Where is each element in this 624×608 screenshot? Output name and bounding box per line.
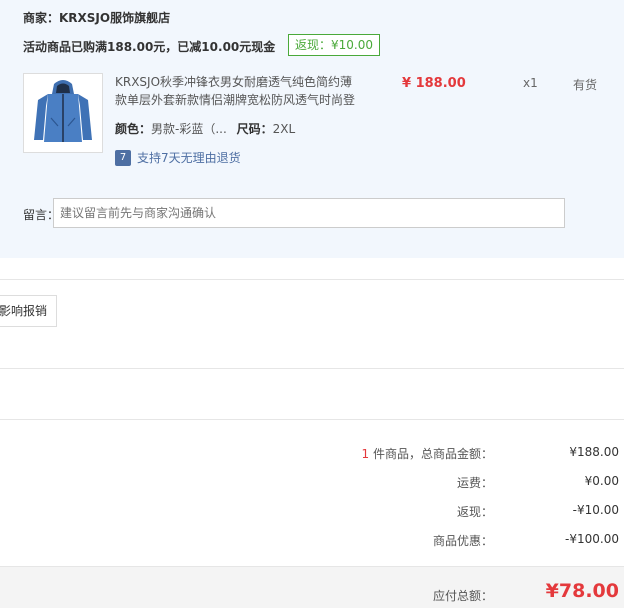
divider: [0, 419, 624, 420]
divider: [0, 279, 624, 280]
shipping-value: ¥0.00: [584, 474, 619, 488]
promotion-text: 活动商品已购满188.00元，已减10.00元现金: [23, 40, 276, 54]
size-label: 尺码：: [236, 122, 273, 136]
rebate-label: 返现：: [456, 505, 493, 519]
payable-total-bar: [0, 566, 624, 608]
jacket-icon: [24, 74, 102, 152]
discount-label: 商品优惠：: [432, 534, 493, 548]
goods-count-label: 1 件商品，总商品金额：: [362, 445, 493, 462]
goods-total-label: 件商品，总商品金额：: [369, 447, 493, 461]
payable-label: 应付总额：: [432, 589, 493, 603]
stock-status: 有货: [573, 78, 598, 92]
product-title[interactable]: KRXSJO秋季冲锋衣男女耐磨透气纯色简约薄 款单层外套新款情侣潮牌宽松防风透气…: [115, 73, 360, 109]
color-value: 男款-彩蓝（...: [151, 122, 227, 136]
merchant-name[interactable]: 商家：KRXSJO服饰旗舰店: [23, 9, 170, 26]
size-value: 2XL: [272, 122, 296, 136]
product-spec: 颜色：男款-彩蓝（... 尺码：2XL: [115, 120, 295, 137]
goods-total-value: ¥188.00: [569, 445, 619, 459]
divider: [0, 368, 624, 369]
return-policy-link[interactable]: 支持7天无理由退货: [137, 149, 241, 166]
invoice-button[interactable]: 影响报销: [0, 295, 57, 327]
product-title-line-2[interactable]: 款单层外套新款情侣潮牌宽松防风透气时尚登: [115, 91, 360, 109]
product-price: ¥ 188.00: [402, 76, 466, 91]
rebate-value: -¥10.00: [572, 503, 619, 517]
message-input[interactable]: [53, 198, 565, 228]
shipping-label: 运费：: [456, 476, 493, 490]
product-quantity: x1: [523, 76, 538, 90]
return-policy-icon: 7: [115, 150, 131, 166]
product-title-line-1[interactable]: KRXSJO秋季冲锋衣男女耐磨透气纯色简约薄: [115, 73, 360, 91]
discount-value: -¥100.00: [565, 532, 619, 546]
rebate-badge: 返现：¥10.00: [288, 34, 380, 56]
color-label: 颜色：: [115, 122, 152, 136]
payable-value: ¥78.00: [545, 580, 619, 602]
product-thumbnail[interactable]: [23, 73, 103, 153]
